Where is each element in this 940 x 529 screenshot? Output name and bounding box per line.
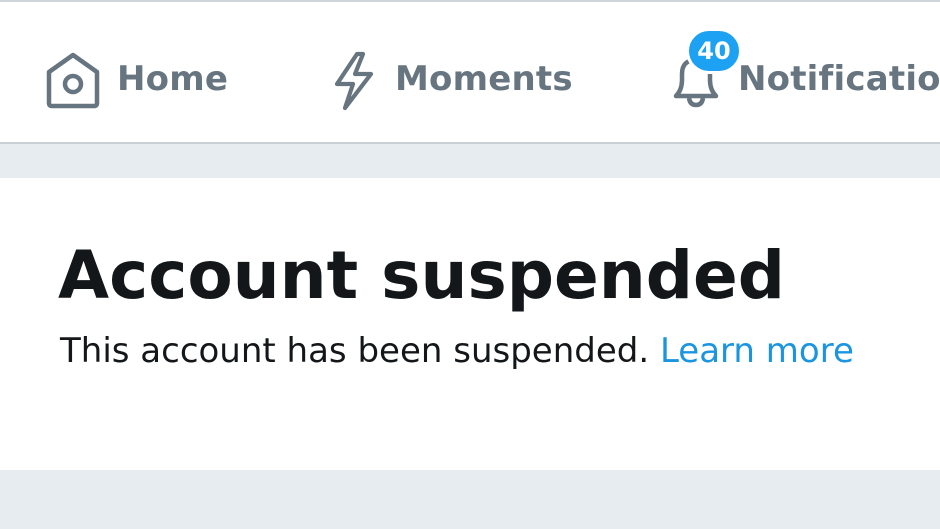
page-title: Account suspended — [58, 237, 785, 314]
nav-item-moments[interactable]: Moments — [326, 2, 586, 142]
home-icon — [43, 50, 103, 114]
notification-count-badge: 40 — [686, 28, 742, 74]
nav-item-home[interactable]: Home — [40, 2, 240, 142]
top-navigation-bar: Home Moments 40 Notifications — [0, 0, 940, 144]
nav-item-notifications[interactable]: 40 Notifications — [664, 2, 940, 142]
suspension-message: This account has been suspended. Learn m… — [60, 328, 854, 374]
learn-more-link[interactable]: Learn more — [660, 331, 854, 371]
message-text: This account has been suspended. — [60, 331, 650, 371]
suspension-notice-card: Account suspended This account has been … — [0, 178, 940, 470]
nav-item-label: Moments — [395, 59, 573, 99]
lightning-icon — [331, 50, 377, 116]
nav-item-label: Notifications — [738, 59, 940, 99]
nav-list: Home Moments 40 Notifications — [0, 2, 940, 142]
nav-item-label: Home — [117, 59, 229, 99]
